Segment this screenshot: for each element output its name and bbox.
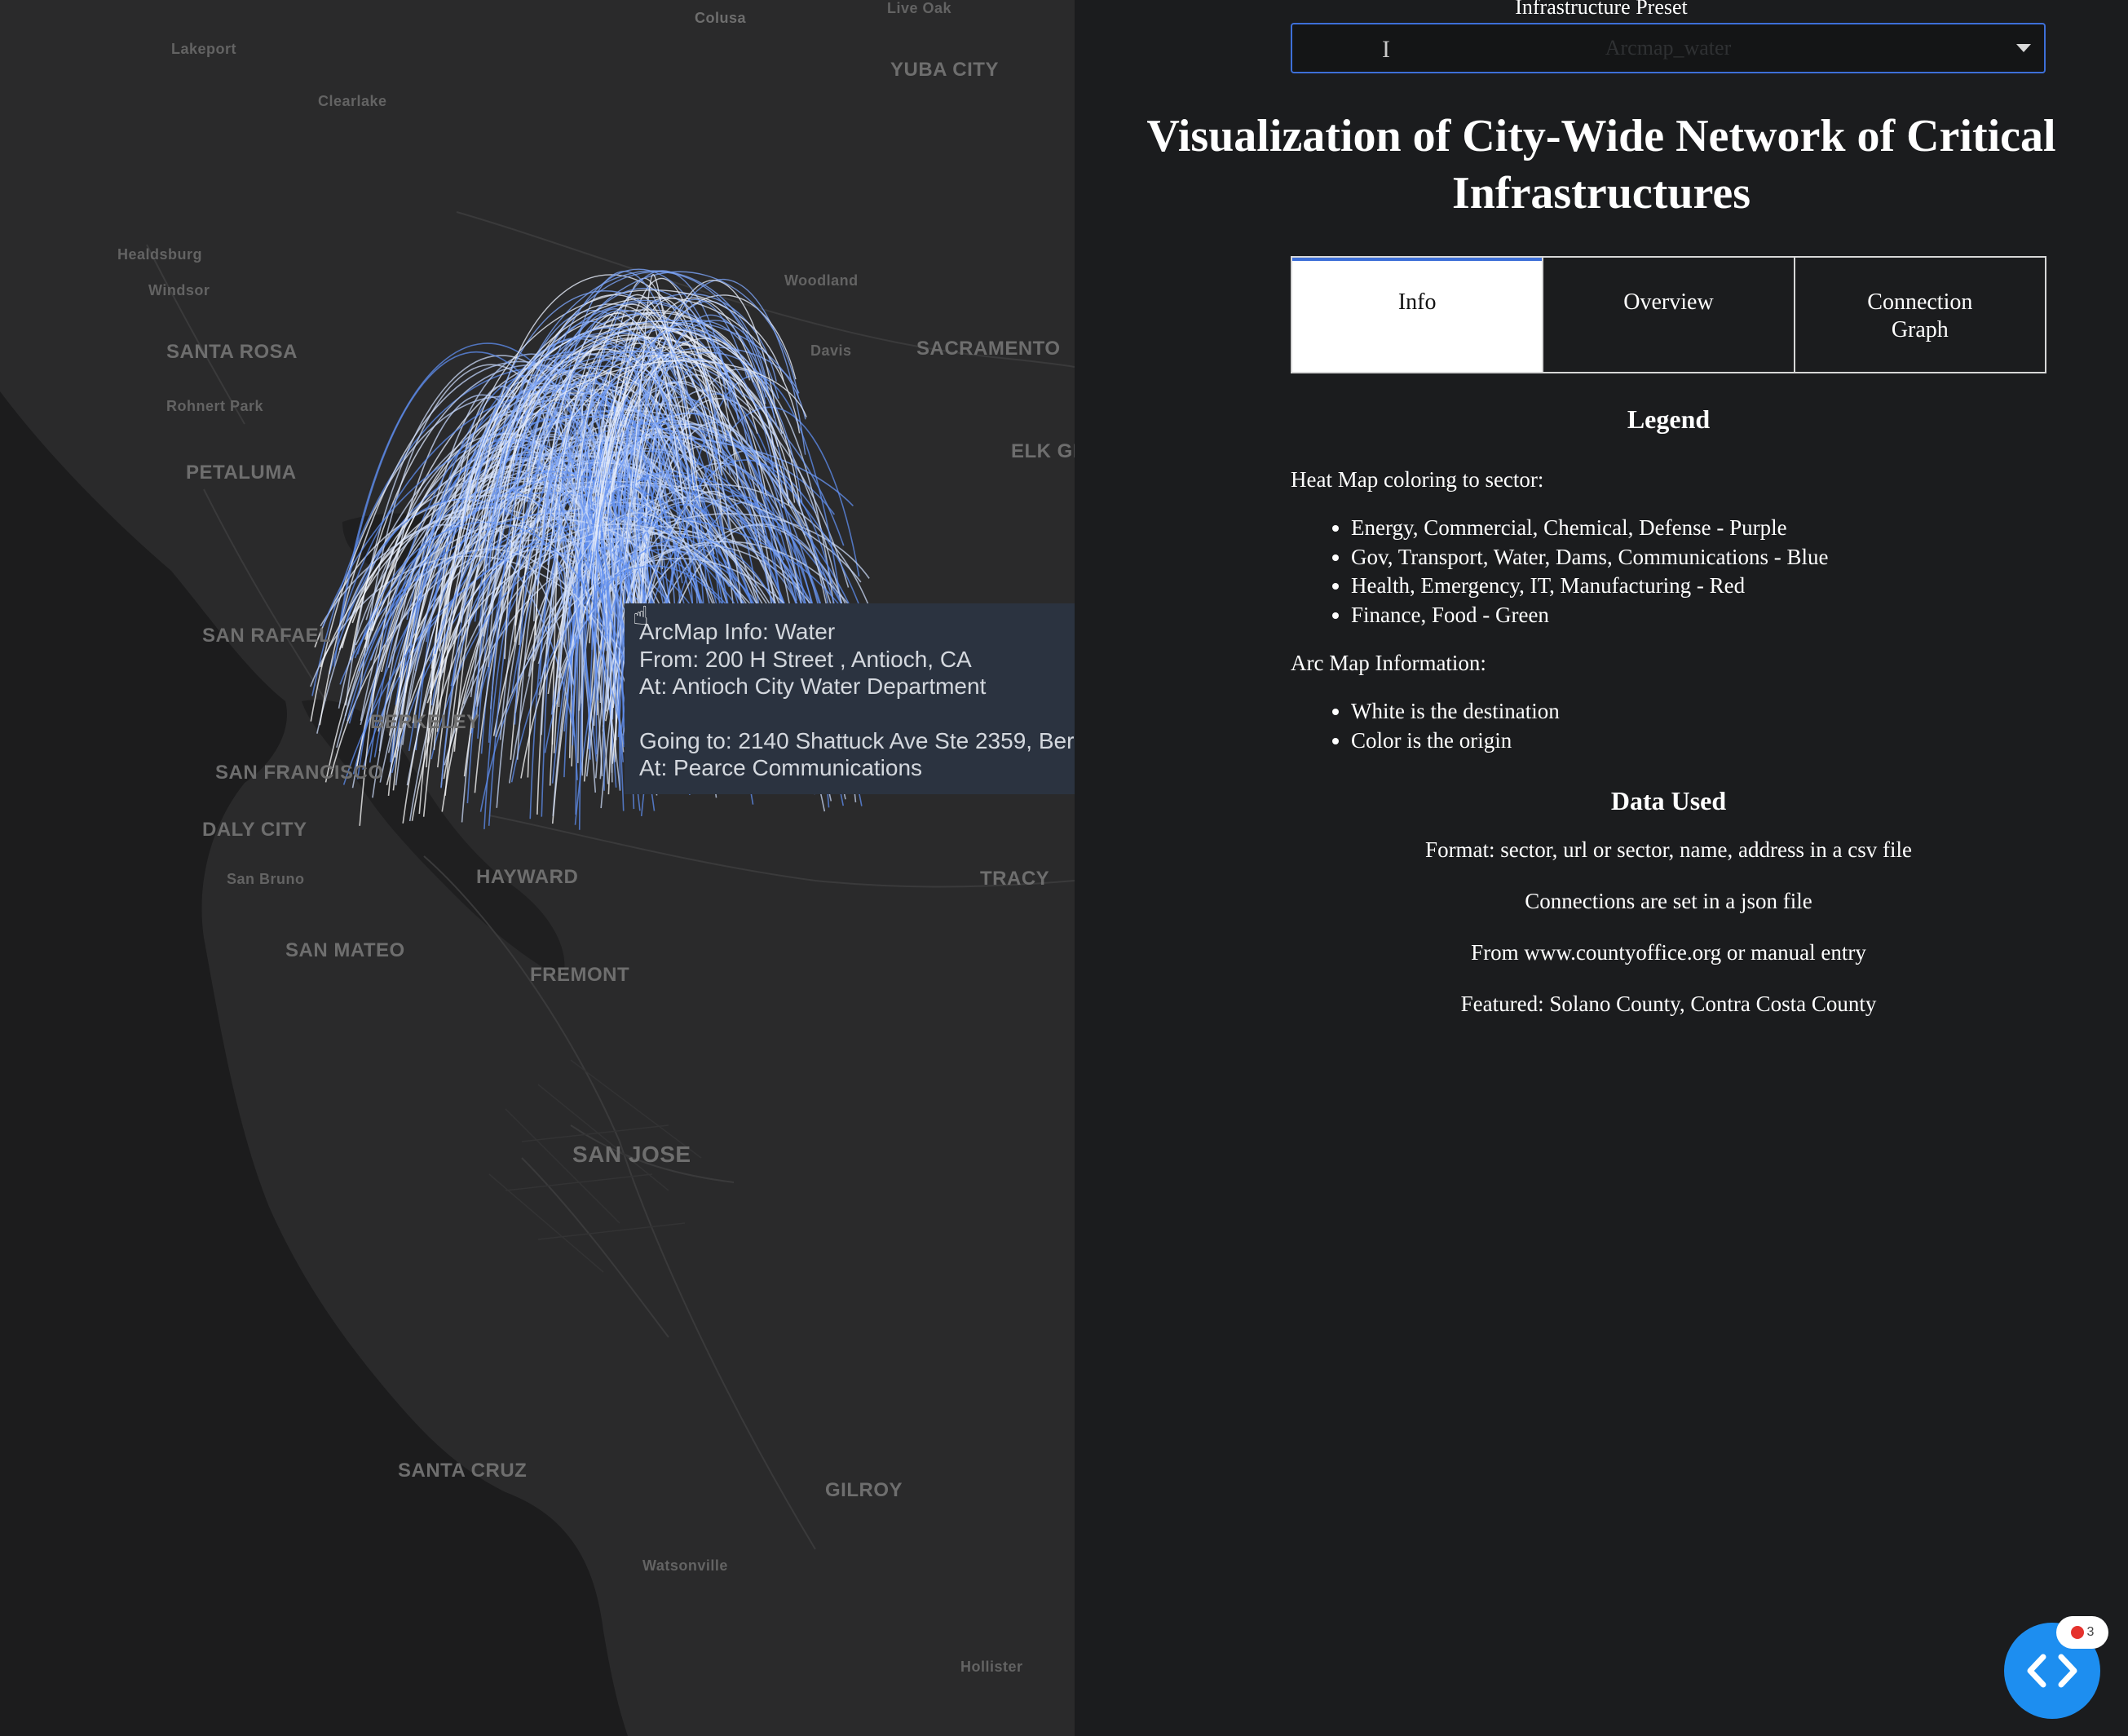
tab-overview[interactable]: Overview [1542,258,1793,372]
tab-connection-graph[interactable]: Connection Graph [1793,258,2045,372]
map-label-hollister: Hollister [960,1659,1023,1675]
page-title: Visualization of City-Wide Network of Cr… [1146,111,2056,219]
map-label-live-oak: Live Oak [887,0,952,16]
map-label-san-jose: SAN JOSE [572,1142,691,1167]
map-label-colusa: Colusa [695,10,747,26]
hand-cursor-icon: ☝ [633,600,649,631]
map-label-berkeley: BERKELEY [370,711,480,733]
map-label-healdsburg: Healdsburg [117,246,203,263]
tooltip-to-at: At: Pearce Communications [639,755,923,780]
tooltip-info: ArcMap Info: Water [639,619,836,644]
legend-heading: Legend [1627,404,1711,434]
map-label-san-francisco: SAN FRANCISCO [215,762,384,784]
map-label-san-mateo: SAN MATEO [285,939,405,961]
list-item: Gov, Transport, Water, Dams, Communicati… [1351,543,2046,572]
map-label-rohnert-park: Rohnert Park [166,398,264,414]
map-label-daly-city: DALY CITY [202,819,307,841]
record-dot-icon [2070,1626,2084,1639]
map-label-san-rafael: SAN RAFAEL [202,625,332,647]
map-label-petaluma: PETALUMA [186,462,297,484]
arc-tooltip: ArcMap Info: Water From: 200 H Street , … [625,603,1075,794]
notification-badge: 3 [2056,1616,2108,1649]
map-label-san-bruno: San Bruno [227,871,305,887]
tooltip-going-to: Going to: 2140 Shattuck Ave Ste 2359, Be… [639,727,1075,753]
map-label-clearlake: Clearlake [318,93,387,109]
info-content: Legend Heat Map coloring to sector: Ener… [1291,391,2046,1017]
map-label-hayward: HAYWARD [476,866,579,888]
map-label-elk-grove: ELK GR [1011,440,1075,462]
map-label-santa-cruz: SANTA CRUZ [398,1460,528,1482]
map-label-tracy: TRACY [980,868,1050,890]
list-item: Color is the origin [1351,727,2046,756]
preset-select-value: Arcmap_water [1605,36,1732,60]
arc-intro: Arc Map Information: [1291,651,1486,675]
tab-info[interactable]: Info [1292,258,1543,372]
tab-bar: Info Overview Connection Graph [1291,256,2046,373]
map-label-gilroy: GILROY [825,1479,903,1501]
map-label-sacramento: SACRAMENTO [916,338,1061,360]
preset-label: Infrastructure Preset [1515,0,1688,19]
list-item: Health, Emergency, IT, Manufacturing - R… [1351,572,2046,601]
code-brackets-icon [2027,1654,2077,1688]
list-item: Energy, Commercial, Chemical, Defense - … [1351,514,2046,543]
tooltip-from: From: 200 H Street , Antioch, CA [639,646,972,672]
map-label-windsor: Windsor [148,282,210,298]
heatmap-intro: Heat Map coloring to sector: [1291,467,1544,492]
data-line: From www.countyoffice.org or manual entr… [1471,940,1866,965]
map-label-santa-rosa: SANTA ROSA [166,341,298,363]
tab-connection-graph-label: Connection Graph [1867,289,1973,342]
tooltip-from-at: At: Antioch City Water Department [639,674,987,699]
map-label-watsonville: Watsonville [642,1557,728,1574]
chevron-down-icon[interactable] [2016,44,2031,52]
heatmap-list: Energy, Commercial, Chemical, Defense - … [1291,514,2046,629]
notification-count: 3 [2086,1625,2095,1639]
data-line: Featured: Solano County, Contra Costa Co… [1460,992,1877,1016]
info-panel: Infrastructure Preset I Arcmap_water Vis… [1075,0,2128,1736]
map-label-woodland: Woodland [784,272,859,289]
preset-select[interactable]: I Arcmap_water [1291,23,2046,73]
data-line: Format: sector, url or sector, name, add… [1425,837,1912,862]
data-line: Connections are set in a json file [1525,889,1812,913]
map-label-fremont: FREMONT [530,964,630,986]
map-label-yuba-city: YUBA CITY [890,59,999,81]
data-heading: Data Used [1610,786,1727,815]
map-label-lakeport: Lakeport [171,41,237,57]
map-label-davis: Davis [810,342,852,359]
map-view[interactable]: Colusa Live Oak Lakeport YUBA CITY Clear… [0,0,1075,1736]
list-item: Finance, Food - Green [1351,601,2046,630]
list-item: White is the destination [1351,697,2046,727]
arc-list: White is the destination Color is the or… [1291,697,2046,755]
